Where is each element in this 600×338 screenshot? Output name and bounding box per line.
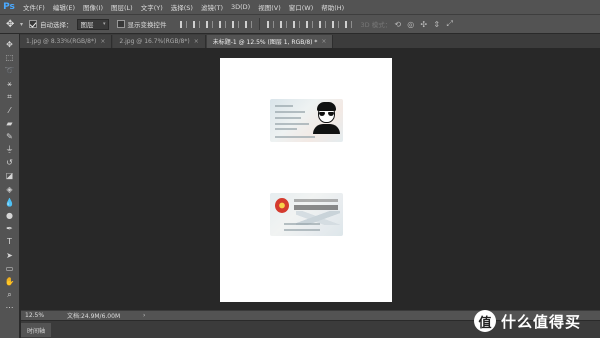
align-hcenter-icon[interactable] (229, 18, 242, 30)
menu-window[interactable]: 窗口(W) (286, 2, 317, 12)
watermark: 值 什么值得买 (474, 307, 581, 335)
tools-panel: ✥ ⬚ ➰ ⚹ ⌗ ⁄ ▰ ✎ ⏚ ↺ ◪ ◈ 💧 ● ✒ T ➤ ▭ ✋ ⌕ … (0, 34, 20, 338)
zoom-level[interactable]: 12.5% (21, 311, 61, 320)
auto-select-dropdown[interactable]: 图层 ▾ (76, 18, 109, 30)
align-right-icon[interactable] (242, 18, 255, 30)
clone-stamp-icon[interactable]: ⏚ (2, 144, 18, 157)
menu-view[interactable]: 视图(V) (255, 2, 284, 12)
rectangle-icon[interactable]: ▭ (2, 262, 18, 275)
national-emblem-icon (275, 198, 289, 213)
menu-help[interactable]: 帮助(H) (318, 2, 347, 12)
id-card-front-image[interactable] (270, 99, 343, 142)
3d-pan-icon[interactable]: ✣ (417, 18, 430, 30)
crop-icon[interactable]: ⌗ (2, 91, 18, 104)
zoom-icon[interactable]: ⌕ (2, 289, 18, 302)
watermark-text: 什么值得买 (501, 312, 582, 331)
eyedropper-icon[interactable]: ⁄ (2, 104, 18, 117)
dodge-icon[interactable]: ● (2, 209, 18, 222)
auto-select-value: 图层 (80, 21, 94, 29)
3d-rotate-icon[interactable]: ⟲ (391, 18, 404, 30)
distribute-hcenter-icon[interactable] (316, 18, 329, 30)
align-bottom-icon[interactable] (203, 18, 216, 30)
path-selection-icon[interactable]: ➤ (2, 249, 18, 262)
pen-icon[interactable]: ✒ (2, 223, 18, 236)
tool-preset-chevron-down-icon[interactable]: ▾ (20, 21, 23, 28)
align-buttons (177, 18, 355, 30)
distribute-left-icon[interactable] (303, 18, 316, 30)
tab-1-jpg[interactable]: 1.jpg @ 8.33%(RGB/8*) × (20, 35, 113, 48)
marquee-icon[interactable]: ⬚ (2, 51, 18, 64)
distribute-vcenter-icon[interactable] (277, 18, 290, 30)
move-tool-icon[interactable]: ✥ (6, 19, 20, 30)
auto-select-checkbox[interactable] (29, 20, 38, 28)
eraser-icon[interactable]: ◪ (2, 170, 18, 183)
move-icon[interactable]: ✥ (2, 38, 18, 51)
align-left-icon[interactable] (216, 18, 229, 30)
auto-select-label: 自动选择： (40, 21, 73, 29)
auto-align-icon[interactable] (342, 18, 355, 30)
more-tools-icon[interactable]: ⋯ (2, 302, 18, 315)
canvas-area[interactable] (21, 48, 600, 310)
3d-slide-icon[interactable]: ⇕ (430, 18, 443, 30)
menu-3d[interactable]: 3D(D) (228, 3, 253, 11)
distribute-top-icon[interactable] (264, 18, 277, 30)
document-canvas[interactable] (220, 58, 392, 302)
menu-edit[interactable]: 编辑(E) (50, 2, 78, 12)
3d-roll-icon[interactable]: ◎ (404, 18, 417, 30)
menu-select[interactable]: 选择(S) (168, 2, 196, 12)
options-bar: ✥ ▾ 自动选择： 图层 ▾ 显示变换控件 3D 模式： ⟲ ◎ ✣ ⇕ ⤢ (0, 14, 600, 34)
hand-icon[interactable]: ✋ (2, 275, 18, 288)
show-transform-checkbox[interactable] (116, 20, 125, 28)
lasso-icon[interactable]: ➰ (2, 64, 18, 77)
divider (258, 18, 260, 30)
menu-bar: Ps 文件(F) 编辑(E) 图像(I) 图层(L) 文字(Y) 选择(S) 滤… (0, 0, 600, 14)
close-icon[interactable]: × (321, 38, 326, 45)
id-card-back-image[interactable] (270, 193, 343, 236)
close-icon[interactable]: × (100, 38, 105, 45)
ps-logo: Ps (3, 2, 15, 12)
mode-3d-label: 3D 模式： (360, 21, 392, 29)
magic-wand-icon[interactable]: ⚹ (2, 78, 18, 91)
tab-timeline[interactable]: 时间轴 (21, 323, 52, 337)
menu-image[interactable]: 图像(I) (80, 2, 106, 12)
align-top-icon[interactable] (177, 18, 190, 30)
paint-bucket-icon[interactable]: ◈ (2, 183, 18, 196)
type-icon[interactable]: T (2, 236, 18, 249)
photoshop-window: Ps 文件(F) 编辑(E) 图像(I) 图层(L) 文字(Y) 选择(S) 滤… (0, 0, 600, 338)
history-brush-icon[interactable]: ↺ (2, 157, 18, 170)
tab-label: 1.jpg @ 8.33%(RGB/8*) (26, 38, 97, 45)
tab-2-jpg[interactable]: 2.jpg @ 16.7%(RGB/8*) × (113, 35, 206, 48)
menu-filter[interactable]: 滤镜(T) (198, 2, 226, 12)
tab-label: 2.jpg @ 16.7%(RGB/8*) (119, 38, 190, 45)
close-icon[interactable]: × (194, 38, 199, 45)
document-tabs: 1.jpg @ 8.33%(RGB/8*) × 2.jpg @ 16.7%(RG… (20, 34, 600, 48)
chevron-right-icon[interactable]: › (143, 312, 145, 319)
menu-file[interactable]: 文件(F) (20, 2, 48, 12)
watermark-logo: 值 (474, 310, 496, 332)
document-info: 文档:24.9M/6.00M (67, 313, 121, 320)
show-transform-label: 显示变换控件 (127, 21, 167, 29)
blur-icon[interactable]: 💧 (2, 196, 18, 209)
align-vcenter-icon[interactable] (190, 18, 203, 30)
distribute-bottom-icon[interactable] (290, 18, 303, 30)
avatar (313, 102, 340, 134)
tab-label: 未标题-1 @ 12.5% (图层 1, RGB/8) * (212, 39, 318, 46)
3d-scale-icon[interactable]: ⤢ (443, 18, 456, 30)
menu-layer[interactable]: 图层(L) (108, 2, 136, 12)
brush-icon[interactable]: ✎ (2, 130, 18, 143)
tab-untitled-1[interactable]: 未标题-1 @ 12.5% (图层 1, RGB/8) * × (206, 35, 334, 48)
distribute-right-icon[interactable] (329, 18, 342, 30)
menu-type[interactable]: 文字(Y) (138, 2, 166, 12)
healing-brush-icon[interactable]: ▰ (2, 117, 18, 130)
chevron-down-icon: ▾ (103, 21, 106, 27)
